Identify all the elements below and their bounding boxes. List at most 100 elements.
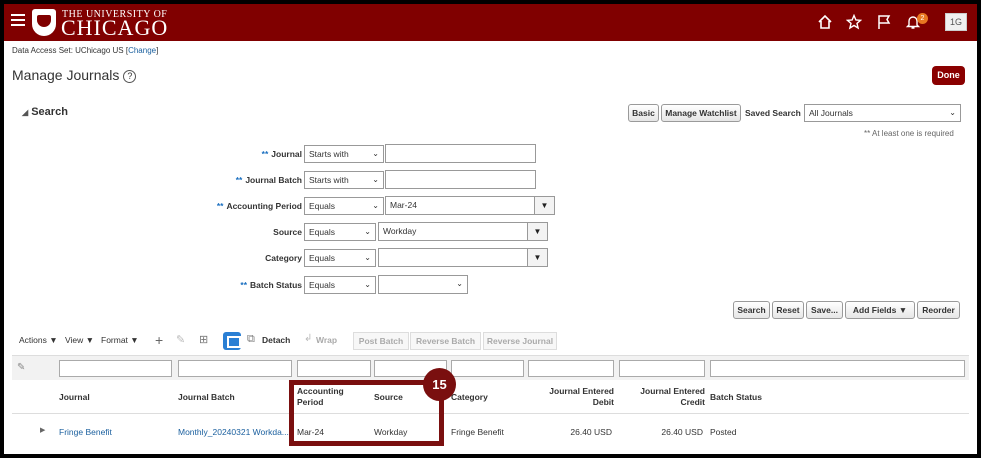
source-operator-value: Equals	[309, 227, 335, 237]
collapse-triangle-icon: ◢	[22, 108, 29, 117]
expand-row-icon[interactable]: ▶	[40, 426, 45, 434]
filter-entered-debit[interactable]	[528, 360, 614, 377]
cell-entered-debit: 26.40 USD	[528, 427, 612, 437]
dropdown-triangle-icon: ▼	[49, 335, 58, 345]
reverse-journal-button[interactable]: Reverse Journal	[483, 332, 557, 350]
reverse-batch-button[interactable]: Reverse Batch	[410, 332, 481, 350]
data-access-label: Data Access Set: UChicago US [	[12, 46, 129, 55]
filter-accounting-period[interactable]	[297, 360, 371, 377]
category-operator-select[interactable]: Equals ⌄	[304, 249, 376, 267]
batch-status-value-select[interactable]: ⌄	[378, 275, 468, 294]
step-callout: 15	[423, 368, 456, 401]
filter-journal[interactable]	[59, 360, 172, 377]
star-icon[interactable]	[846, 14, 862, 30]
dropdown-triangle-icon: ▼	[898, 305, 908, 315]
page-title-text: Manage Journals	[12, 67, 120, 83]
category-lov-icon[interactable]: ▼	[527, 248, 548, 267]
change-link[interactable]: Change	[128, 46, 156, 55]
category-label: Category	[265, 253, 302, 263]
chevron-down-icon: ⌄	[372, 175, 379, 184]
highlight-box	[289, 380, 444, 446]
cell-entered-credit: 26.40 USD	[619, 427, 703, 437]
journal-batch-input[interactable]	[385, 170, 536, 189]
add-fields-button[interactable]: Add Fields ▼	[845, 301, 915, 319]
flag-icon[interactable]	[876, 14, 892, 30]
user-avatar[interactable]: 1G	[945, 13, 967, 31]
col-entered-debit-line1: Journal Entered	[549, 386, 614, 396]
col-entered-credit[interactable]: Journal Entered Credit	[619, 386, 705, 408]
journal-batch-operator-select[interactable]: Starts with ⌄	[304, 171, 384, 189]
col-batch-status[interactable]: Batch Status	[710, 392, 762, 402]
filter-batch-status[interactable]	[710, 360, 965, 377]
search-title: Search	[31, 106, 68, 118]
journal-input[interactable]	[385, 144, 536, 163]
accounting-period-operator-select[interactable]: Equals ⌄	[304, 197, 384, 215]
col-category[interactable]: Category	[451, 392, 488, 402]
detach-label[interactable]: Detach	[262, 335, 290, 345]
saved-search-value: All Journals	[809, 108, 853, 118]
actions-menu[interactable]: Actions ▼	[19, 335, 58, 345]
journal-operator-select[interactable]: Starts with ⌄	[304, 145, 384, 163]
required-marker: **	[240, 280, 248, 290]
cell-journal-batch[interactable]: Monthly_20240321 Workda...	[178, 427, 289, 437]
wrap-label[interactable]: Wrap	[316, 335, 337, 345]
batch-status-operator-value: Equals	[309, 280, 335, 290]
required-note: ** At least one is required	[864, 129, 954, 138]
accounting-period-operator-value: Equals	[309, 201, 335, 211]
filter-entered-credit[interactable]	[619, 360, 705, 377]
batch-status-operator-select[interactable]: Equals ⌄	[304, 276, 376, 294]
menu-icon[interactable]	[11, 14, 25, 28]
top-bar: THE UNIVERSITY OF CHICAGO 2 1G	[4, 4, 977, 41]
batch-status-label: ** Batch Status	[224, 280, 302, 290]
cell-entered-debit-amount: 26.40	[570, 427, 592, 437]
accounting-period-label: ** Accounting Period	[204, 201, 302, 211]
saved-search-select[interactable]: All Journals ⌄	[804, 104, 961, 122]
reset-button[interactable]: Reset	[772, 301, 804, 319]
col-entered-credit-line1: Journal Entered	[640, 386, 705, 396]
freeze-icon[interactable]: ⊞	[199, 333, 208, 346]
edit-pencil-icon[interactable]: ✎	[176, 333, 185, 346]
home-icon[interactable]	[817, 14, 833, 30]
format-menu[interactable]: Format ▼	[101, 335, 139, 345]
col-entered-credit-line2: Credit	[680, 397, 705, 407]
journal-batch-label: ** Journal Batch	[224, 175, 302, 185]
add-icon[interactable]: +	[155, 332, 163, 348]
accounting-period-input[interactable]: Mar-24	[385, 196, 535, 215]
view-label: View	[65, 335, 84, 345]
source-input[interactable]: Workday	[378, 222, 528, 241]
col-entered-debit-line2: Debit	[592, 397, 614, 407]
journal-batch-label-text: Journal Batch	[245, 175, 302, 185]
cell-batch-status: Posted	[710, 427, 737, 437]
accounting-period-lov-icon[interactable]: ▼	[534, 196, 555, 215]
table-row[interactable]: ▶ Fringe Benefit Monthly_20240321 Workda…	[12, 416, 969, 446]
reorder-button[interactable]: Reorder	[917, 301, 960, 319]
source-lov-icon[interactable]: ▼	[527, 222, 548, 241]
search-section-header[interactable]: ◢ Search	[22, 106, 68, 118]
university-crest-logo	[32, 9, 56, 36]
wrap-icon: ↲	[304, 333, 313, 344]
batch-status-label-text: Batch Status	[250, 280, 302, 290]
col-entered-debit[interactable]: Journal Entered Debit	[528, 386, 614, 408]
save-button[interactable]: Save...	[806, 301, 843, 319]
filter-edit-icon[interactable]: ✎	[17, 362, 25, 373]
manage-watchlist-button[interactable]: Manage Watchlist	[661, 104, 741, 122]
col-journal[interactable]: Journal	[59, 392, 90, 402]
col-journal-batch[interactable]: Journal Batch	[178, 392, 235, 402]
dropdown-triangle-icon: ▼	[85, 335, 95, 345]
search-button[interactable]: Search	[733, 301, 770, 319]
view-menu[interactable]: View ▼	[65, 335, 94, 345]
source-operator-select[interactable]: Equals ⌄	[304, 223, 376, 241]
category-input[interactable]	[378, 248, 528, 267]
basic-button[interactable]: Basic	[628, 104, 659, 122]
chevron-down-icon: ⌄	[949, 108, 956, 117]
help-icon[interactable]: ?	[123, 70, 137, 83]
done-button[interactable]: Done	[932, 66, 965, 85]
journal-label-text: Journal	[271, 149, 302, 159]
detach-table-icon[interactable]	[223, 332, 241, 350]
filter-journal-batch[interactable]	[178, 360, 292, 377]
add-fields-label: Add Fields	[852, 305, 897, 315]
cell-journal[interactable]: Fringe Benefit	[59, 427, 112, 437]
post-batch-button[interactable]: Post Batch	[353, 332, 409, 350]
filter-category[interactable]	[451, 360, 524, 377]
detach-icon[interactable]: ⧉	[247, 333, 255, 346]
